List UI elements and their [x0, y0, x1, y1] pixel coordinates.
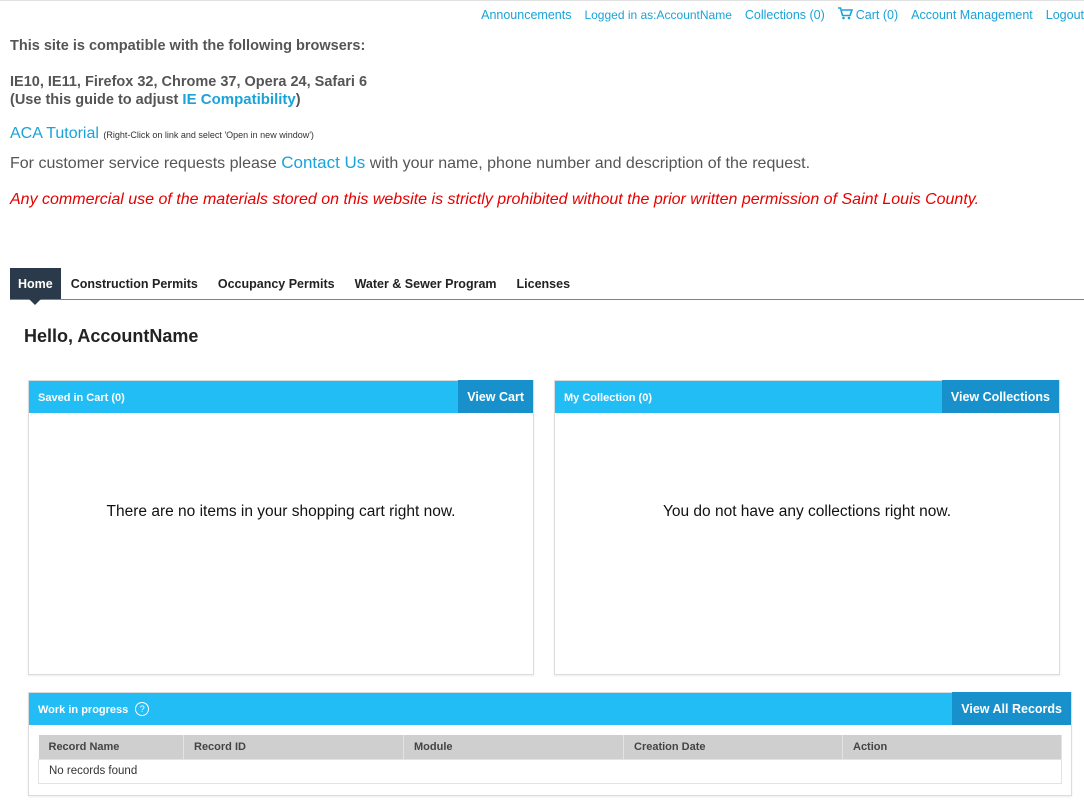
guide-prefix: (Use this guide to adjust — [10, 92, 183, 108]
compat-heading: This site is compatible with the followi… — [10, 38, 366, 54]
help-icon[interactable]: ? — [135, 702, 150, 716]
top-border — [0, 0, 1084, 2]
aca-tutorial-link[interactable]: ACA Tutorial — [10, 125, 99, 142]
compat-guide: (Use this guide to adjust IE Compatibili… — [10, 91, 367, 109]
cart-link-label: Cart (0) — [855, 8, 899, 22]
no-records-message: No records found — [38, 758, 1062, 784]
column-record-name[interactable]: Record Name — [38, 735, 184, 759]
cart-empty-message: There are no items in your shopping cart… — [106, 503, 456, 520]
greeting: Hello, AccountName — [24, 326, 199, 346]
top-navigation: Announcements Logged in as:AccountName C… — [468, 7, 1084, 23]
records-header-row: Record Name Record ID Module Creation Da… — [38, 735, 1062, 759]
ie-compatibility-link[interactable]: IE Compatibility — [182, 91, 295, 108]
service-suffix: with your name, phone number and descrip… — [365, 155, 811, 172]
collection-empty-message: You do not have any collections right no… — [662, 503, 952, 520]
cart-link[interactable]: Cart (0) — [837, 7, 899, 23]
account-management-link[interactable]: Account Management — [911, 8, 1033, 22]
browser-list: IE10, IE11, Firefox 32, Chrome 37, Opera… — [10, 74, 368, 90]
contact-us-link[interactable]: Contact Us — [281, 153, 365, 172]
main-tabs: Home Construction Permits Occupancy Perm… — [10, 268, 1084, 305]
announcements-link[interactable]: Announcements — [481, 8, 571, 22]
records-table: Record Name Record ID Module Creation Da… — [38, 735, 1062, 784]
work-panel-header: Work in progress ? View All Records — [29, 692, 1071, 725]
service-prefix: For customer service requests please — [10, 155, 282, 172]
tab-home[interactable]: Home — [10, 268, 61, 305]
tab-construction-permits[interactable]: Construction Permits — [61, 268, 208, 299]
cart-panel: Saved in Cart (0) View Cart There are no… — [28, 380, 534, 675]
cart-panel-title: Saved in Cart (0) — [38, 392, 125, 404]
column-action: Action — [842, 735, 1062, 759]
view-all-records-button[interactable]: View All Records — [952, 692, 1071, 725]
tab-licenses[interactable]: Licenses — [507, 268, 581, 299]
column-creation-date[interactable]: Creation Date — [623, 735, 843, 759]
customer-service-line: For customer service requests please Con… — [10, 153, 810, 173]
logout-link[interactable]: Logout — [1046, 8, 1084, 22]
table-row: No records found — [38, 758, 1062, 784]
cart-panel-header: Saved in Cart (0) View Cart — [29, 380, 533, 413]
column-record-id[interactable]: Record ID — [183, 735, 404, 759]
browser-compatibility-notice: This site is compatible with the followi… — [10, 37, 367, 109]
collection-panel: My Collection (0) View Collections You d… — [554, 380, 1060, 675]
work-in-progress-panel: Work in progress ? View All Records Reco… — [28, 692, 1072, 796]
cart-icon — [837, 7, 853, 23]
tab-occupancy-permits[interactable]: Occupancy Permits — [208, 268, 345, 299]
tutorial-hint: (Right-Click on link and select 'Open in… — [103, 130, 314, 140]
logged-in-as-link[interactable]: Logged in as:AccountName — [584, 8, 731, 22]
guide-suffix: ) — [295, 92, 301, 108]
collections-link[interactable]: Collections (0) — [745, 8, 825, 22]
tutorial-line: ACA Tutorial (Right-Click on link and se… — [10, 125, 314, 143]
collection-panel-title: My Collection (0) — [564, 392, 653, 404]
work-panel-title: Work in progress — [38, 704, 129, 716]
view-collections-button[interactable]: View Collections — [941, 380, 1059, 413]
view-cart-button[interactable]: View Cart — [458, 380, 533, 413]
tab-water-sewer-program[interactable]: Water & Sewer Program — [345, 268, 507, 299]
collection-panel-header: My Collection (0) View Collections — [555, 380, 1059, 413]
column-module[interactable]: Module — [403, 735, 624, 759]
commercial-use-warning: Any commercial use of the materials stor… — [10, 191, 980, 208]
